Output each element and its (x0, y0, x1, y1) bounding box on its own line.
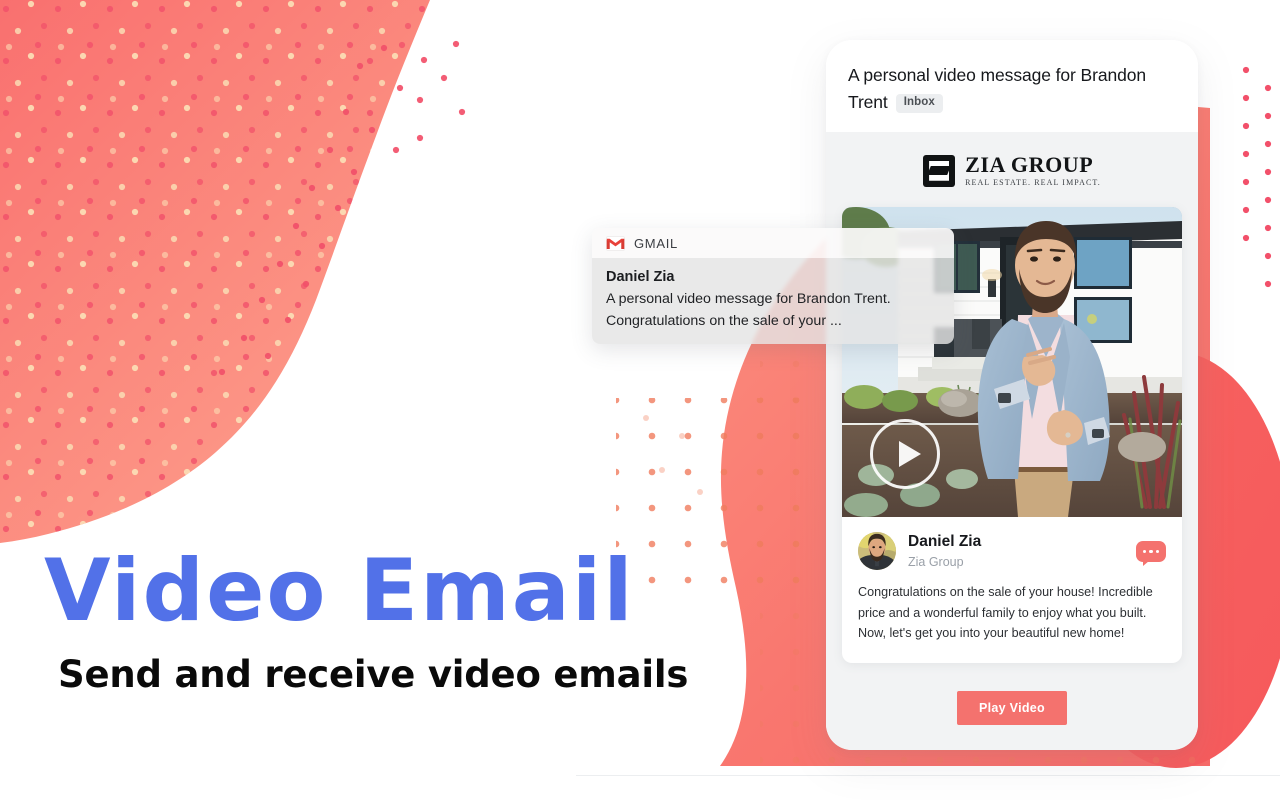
top-left-coral-blob (0, 0, 430, 543)
page-subtitle: Send and receive video emails (58, 653, 689, 696)
cta-wrapper: Play Video (842, 663, 1182, 726)
play-triangle-icon[interactable] (870, 419, 940, 490)
gmail-notification-toast[interactable]: GMAIL Daniel Zia A personal video messag… (592, 228, 954, 345)
chat-bubble-ellipsis-icon[interactable] (1136, 540, 1166, 566)
zia-group-brand-lockup: ZIA GROUP REAL ESTATE. REAL IMPACT. (842, 132, 1182, 207)
page-title: Video Email (44, 541, 635, 641)
brand-name: ZIA GROUP (965, 152, 1094, 178)
notification-preview-line-2: Congratulations on the sale of your ... (606, 312, 842, 329)
brand-tagline: REAL ESTATE. REAL IMPACT. (965, 178, 1101, 188)
hero-banner: A personal video message for Brandon Tre… (0, 0, 1280, 800)
email-body: ZIA GROUP REAL ESTATE. REAL IMPACT. Dani… (826, 132, 1198, 750)
notification-app-name: GMAIL (634, 236, 678, 251)
dot (1149, 549, 1153, 553)
footer-divider (576, 775, 1280, 776)
email-header: A personal video message for Brandon Tre… (826, 40, 1198, 133)
phone-mockup: A personal video message for Brandon Tre… (826, 40, 1198, 750)
sender-text: Daniel Zia Zia Group (908, 533, 1136, 570)
gmail-icon (606, 236, 625, 251)
notification-sender: Daniel Zia (606, 269, 675, 285)
gmail-icon-glyph (606, 238, 625, 250)
notification-content: Daniel Zia A personal video message for … (592, 258, 954, 345)
play-video-button[interactable]: Play Video (957, 691, 1067, 726)
scatter-dots-lower (643, 415, 703, 495)
email-subject: A personal video message for Brandon Tre… (848, 62, 1176, 116)
brand-text: ZIA GROUP REAL ESTATE. REAL IMPACT. (965, 154, 1101, 187)
message-body: Congratulations on the sale of your hous… (858, 585, 1153, 641)
dot (1142, 549, 1147, 553)
sender-organization: Zia Group (908, 554, 964, 569)
right-edge-dots (1242, 66, 1272, 288)
avatar-image (858, 532, 896, 571)
zia-z-logo-icon (923, 154, 956, 187)
email-subject-text: A personal video message for Brandon Tre… (848, 65, 1146, 113)
scatter-dots-top (218, 40, 466, 376)
hero-copy: Video Email Send and receive video email… (44, 548, 824, 693)
sender-name: Daniel Zia (908, 532, 982, 550)
notification-app-row: GMAIL (592, 228, 954, 258)
notification-preview-line-1: A personal video message for Brandon Tre… (606, 291, 891, 308)
sender-row: Daniel Zia Zia Group (842, 517, 1182, 580)
dot (1155, 549, 1160, 553)
avatar (858, 532, 896, 571)
inbox-label-badge: Inbox (895, 94, 943, 113)
